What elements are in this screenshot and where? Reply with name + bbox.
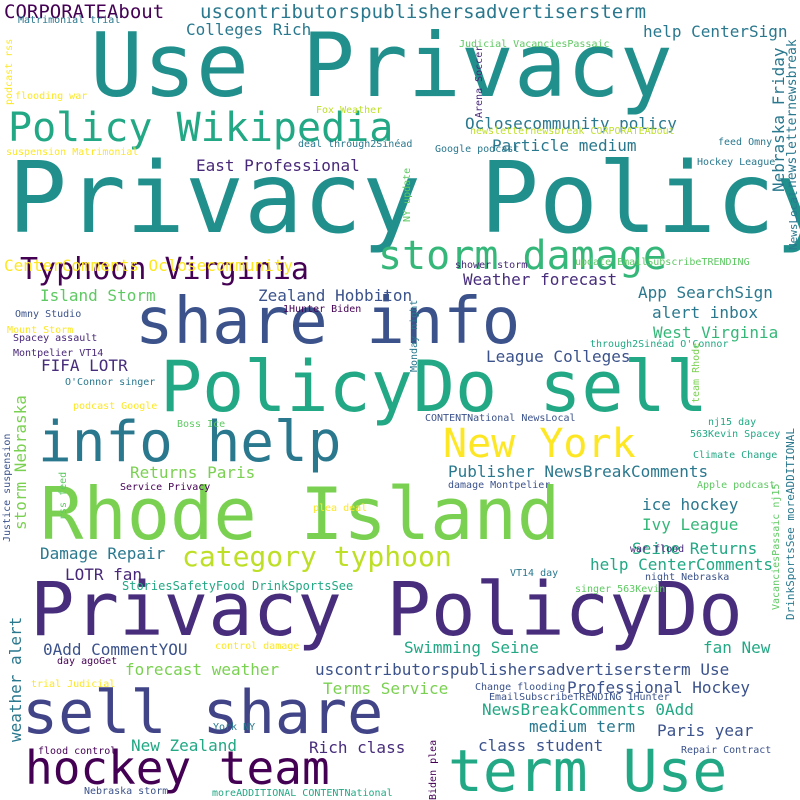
word: Spacey assault — [13, 333, 98, 344]
word: Nebraska storm — [84, 786, 169, 797]
word: podcast rss — [4, 38, 15, 105]
word: Colleges Rich — [186, 20, 312, 39]
word: Returns Paris — [130, 463, 256, 482]
word: moreADDITIONAL CONTENTNational — [212, 788, 393, 799]
word: suspension Matrimonial — [6, 147, 139, 158]
word-cloud: Use Privacy Privacy Policy Rhode Island … — [0, 0, 800, 800]
word: Ivy League — [642, 515, 739, 534]
word: through2Sinéad O'Connor — [590, 339, 729, 350]
word: 1Hunter Biden — [283, 304, 362, 315]
word: VacanciesPassaic nj15 — [771, 483, 782, 610]
word: Matrimonial trial — [18, 15, 121, 26]
word: update EmailSubscribeTRENDING — [575, 257, 750, 268]
word: Biden plea — [428, 739, 439, 800]
word: Rich class — [309, 738, 406, 757]
word: newsletternewsbreak — [785, 39, 800, 188]
word: shower storm — [455, 260, 528, 271]
word: alert inbox — [652, 303, 758, 322]
word: Weather forecast — [463, 270, 618, 289]
word: Montpelier VT14 — [13, 348, 104, 359]
word: Use Privacy — [90, 14, 673, 117]
word: DrinkSportsSee moreADDITIONAL — [784, 427, 797, 620]
word: Hockey League — [697, 157, 776, 168]
word: night Nebraska — [645, 572, 730, 583]
word: medium term — [529, 717, 635, 736]
word: NewsLocal — [787, 190, 800, 250]
word: Boss Ice — [177, 419, 226, 430]
word: Publisher NewsBreakComments — [448, 462, 709, 481]
word: trial Judicial — [31, 679, 116, 690]
word: EmailSubscribeTRENDING 1Hunter — [489, 692, 670, 703]
word: Damage Repair — [40, 544, 166, 563]
word: flooding war — [15, 91, 88, 102]
word: podcast Google — [73, 401, 158, 412]
word: singer 563Kevin — [575, 584, 666, 595]
word: rss feed — [58, 471, 69, 520]
word: NY update — [402, 167, 413, 222]
word: war flood — [630, 544, 685, 555]
word: day agoGet — [57, 656, 118, 667]
word: damage Montpelier — [448, 480, 551, 491]
word: East Professional — [196, 156, 360, 175]
word: FIFA LOTR — [41, 356, 128, 375]
word: uscontributorspublishersadvertisersterm … — [315, 660, 730, 679]
word: feed Omny — [718, 137, 773, 148]
word: control damage — [215, 641, 300, 652]
word: forecast weather — [125, 660, 280, 679]
word: Apple podcast — [697, 480, 776, 491]
word: help CenterSign — [643, 22, 788, 41]
word: 563Kevin Spacey — [690, 429, 781, 440]
word: App SearchSign — [638, 283, 773, 302]
word: League Colleges — [486, 347, 631, 366]
word: Service Privacy — [120, 482, 211, 493]
word: York NY — [213, 722, 256, 733]
word: storm Nebraska — [11, 395, 30, 530]
word: VT14 day — [510, 568, 559, 579]
word: CenterComments Oclosecommunity — [4, 256, 293, 275]
word: Repair Contract — [681, 745, 772, 756]
word: NewsBreakComments 0Add — [482, 700, 694, 719]
word: team Rhode — [691, 342, 702, 403]
word: Omny Studio — [15, 309, 82, 320]
word: Monday night — [409, 299, 420, 372]
word: O'Connor singer — [65, 377, 156, 388]
word: Arena Soccer — [474, 45, 485, 118]
word: Zealand Hobbiton — [258, 286, 413, 305]
word: Swimming Seine — [404, 638, 539, 657]
word: Justice suspension — [2, 433, 13, 542]
word: plea deal — [313, 503, 368, 514]
word: fan New — [703, 638, 771, 657]
word: Island Storm — [40, 286, 156, 305]
word: flood control — [38, 746, 117, 757]
word: New Zealand — [131, 736, 237, 755]
word: ice hockey — [642, 495, 739, 514]
word: StoriesSafetyFood DrinkSportsSee — [122, 579, 354, 593]
word: weather alert — [6, 616, 25, 742]
word: class student — [478, 736, 604, 755]
word: CONTENTNational NewsLocal — [425, 413, 576, 424]
word: Fox Weather — [316, 105, 383, 116]
word: Climate Change — [693, 450, 778, 461]
word: nj15 day — [708, 417, 757, 428]
word: Google podcast — [435, 144, 520, 155]
word: New York — [443, 421, 636, 467]
word: newsletternewsbreak CORPORATEAbout — [470, 126, 675, 137]
word: Paris year — [657, 721, 754, 740]
word: Terms Service — [323, 679, 449, 698]
word: category typhoon — [182, 540, 452, 573]
word: deal through2Sinéad — [298, 139, 413, 150]
word: help CenterComments — [590, 555, 774, 574]
